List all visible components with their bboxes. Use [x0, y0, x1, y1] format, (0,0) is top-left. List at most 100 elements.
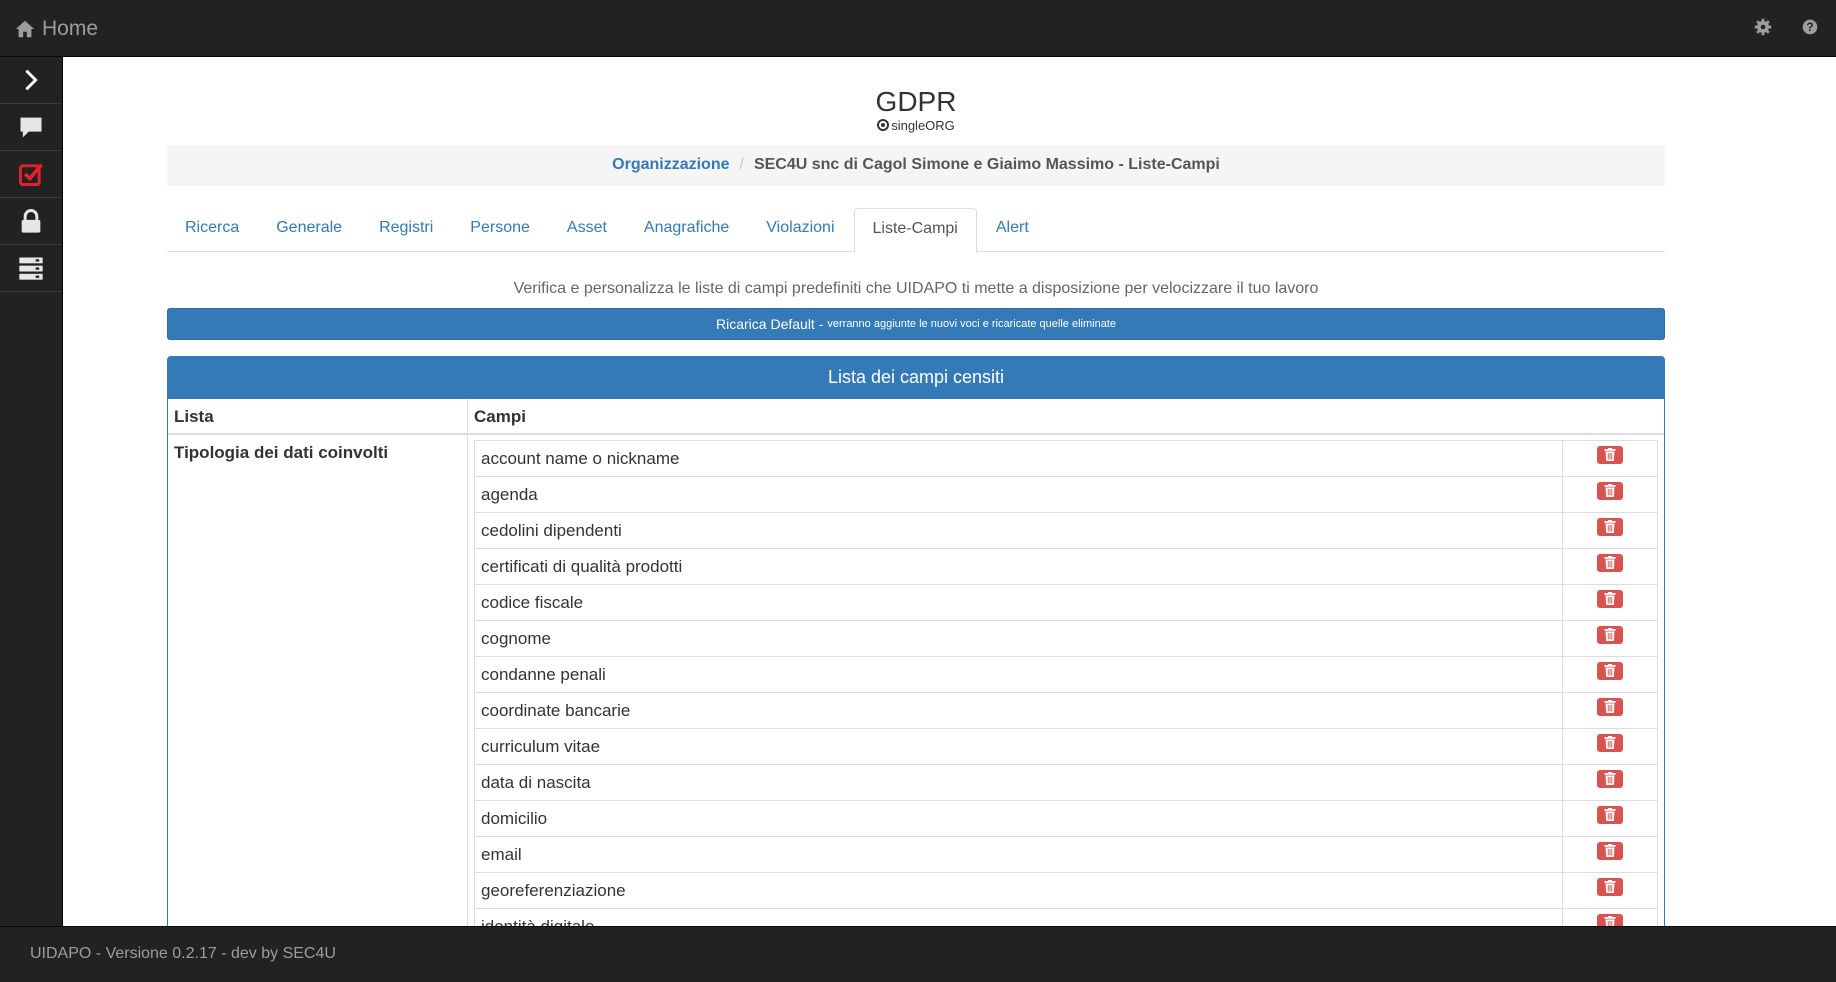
column-header-lista: Lista [168, 398, 468, 433]
delete-button[interactable] [1597, 913, 1623, 926]
table-body: Tipologia dei dati coinvolti account nam… [168, 434, 1664, 926]
delete-button[interactable] [1597, 661, 1623, 680]
comment-icon [20, 117, 42, 138]
sidebar-item-security[interactable] [0, 198, 62, 245]
row-actions [1563, 693, 1657, 728]
trash-icon [1604, 556, 1616, 570]
trash-icon [1604, 484, 1616, 498]
field-value: agenda [475, 476, 1563, 512]
list-name: Tipologia dei dati coinvolti [168, 434, 468, 926]
breadcrumb-current: SEC4U snc di Cagol Simone e Giaimo Massi… [753, 156, 1220, 174]
page-subtitle: singleORG [167, 118, 1665, 133]
table-row: account name o nickname [475, 440, 1657, 477]
delete-button[interactable] [1597, 553, 1623, 572]
field-value: identità digitale [475, 908, 1563, 926]
field-value: email [475, 836, 1563, 872]
tab-persone[interactable]: Persone [452, 208, 548, 252]
field-value: cognome [475, 620, 1563, 656]
sidebar-item-messages[interactable] [0, 104, 62, 151]
row-actions [1563, 765, 1657, 800]
trash-icon [1604, 736, 1616, 750]
row-actions [1563, 873, 1657, 908]
delete-button[interactable] [1597, 697, 1623, 716]
row-actions [1563, 657, 1657, 692]
delete-button[interactable] [1597, 625, 1623, 644]
field-value: domicilio [475, 800, 1563, 836]
sidebar-item-tasks[interactable] [0, 151, 62, 198]
trash-icon [1604, 772, 1616, 786]
org-mode-icon [877, 119, 890, 132]
field-value: codice fiscale [475, 584, 1563, 620]
trash-icon [1604, 628, 1616, 642]
table-row: codice fiscale [475, 584, 1657, 621]
reload-button-note: verranno aggiunte le nuovi voci e ricari… [827, 317, 1116, 330]
delete-button[interactable] [1597, 841, 1623, 860]
table-row: identità digitale [475, 908, 1657, 926]
sidebar-item-servers[interactable] [0, 245, 62, 292]
table-row: georeferenziazione [475, 872, 1657, 909]
sidebar-item-toggle[interactable] [0, 57, 62, 104]
table-row: domicilio [475, 800, 1657, 837]
row-actions [1563, 729, 1657, 764]
help-icon[interactable]: ? [1799, 16, 1821, 38]
delete-button[interactable] [1597, 481, 1623, 500]
row-actions [1563, 801, 1657, 836]
field-value: certificati di qualità prodotti [475, 548, 1563, 584]
delete-button[interactable] [1597, 589, 1623, 608]
svg-text:?: ? [1806, 20, 1813, 34]
delete-button[interactable] [1597, 769, 1623, 788]
home-link[interactable]: Home [14, 17, 98, 41]
tab-bar: Ricerca Generale Registri Persone Asset … [167, 207, 1665, 253]
tab-anagrafiche[interactable]: Anagrafiche [626, 208, 747, 252]
table-row: certificati di qualità prodotti [475, 548, 1657, 585]
org-mode-label: singleORG [891, 117, 955, 133]
tab-ricerca[interactable]: Ricerca [167, 208, 257, 252]
breadcrumb-link-organizzazione[interactable]: Organizzazione [612, 156, 729, 174]
tab-alert[interactable]: Alert [978, 208, 1047, 252]
home-icon [15, 20, 35, 38]
tab-registri[interactable]: Registri [361, 208, 451, 252]
delete-button[interactable] [1597, 445, 1623, 464]
tab-liste-campi[interactable]: Liste-Campi [853, 207, 977, 253]
footer-text: UIDAPO - Versione 0.2.17 - dev by SEC4U [30, 945, 336, 962]
tab-asset[interactable]: Asset [549, 208, 625, 252]
field-value: georeferenziazione [475, 872, 1563, 908]
delete-button[interactable] [1597, 877, 1623, 896]
trash-icon [1604, 592, 1616, 606]
delete-button[interactable] [1597, 733, 1623, 752]
table-header: Lista Campi [168, 398, 1664, 435]
field-value: coordinate bancarie [475, 692, 1563, 728]
table-row: data di nascita [475, 764, 1657, 801]
fields-panel: Lista dei campi censiti Lista Campi Tipo… [167, 355, 1665, 926]
table-row: cedolini dipendenti [475, 512, 1657, 549]
lock-icon [21, 209, 41, 233]
row-actions [1563, 477, 1657, 512]
row-actions [1563, 621, 1657, 656]
trash-icon [1604, 880, 1616, 894]
breadcrumb-separator: / [739, 156, 744, 174]
gear-icon[interactable] [1752, 16, 1774, 38]
top-navbar: Home ? [0, 0, 1836, 57]
row-actions [1563, 585, 1657, 620]
tab-violazioni[interactable]: Violazioni [748, 208, 852, 252]
delete-button[interactable] [1597, 517, 1623, 536]
trash-icon [1604, 916, 1616, 926]
fields-list: account name o nickname agenda cedolini di… [474, 439, 1658, 926]
row-actions [1563, 837, 1657, 872]
main-content: GDPR singleORG Organizzazione / SEC4U sn… [167, 57, 1665, 926]
row-actions [1563, 441, 1657, 476]
field-value: cedolini dipendenti [475, 512, 1563, 548]
trash-icon [1604, 700, 1616, 714]
reload-default-button[interactable]: Ricarica Default - verranno aggiunte le … [167, 307, 1665, 340]
server-icon [19, 257, 43, 280]
tab-generale[interactable]: Generale [258, 208, 360, 252]
delete-button[interactable] [1597, 805, 1623, 824]
trash-icon [1604, 664, 1616, 678]
table-row: agenda [475, 476, 1657, 513]
table-row: email [475, 836, 1657, 873]
field-value: data di nascita [475, 764, 1563, 800]
trash-icon [1604, 844, 1616, 858]
breadcrumb: Organizzazione / SEC4U snc di Cagol Simo… [167, 144, 1665, 186]
trash-icon [1604, 808, 1616, 822]
row-actions [1563, 909, 1657, 926]
